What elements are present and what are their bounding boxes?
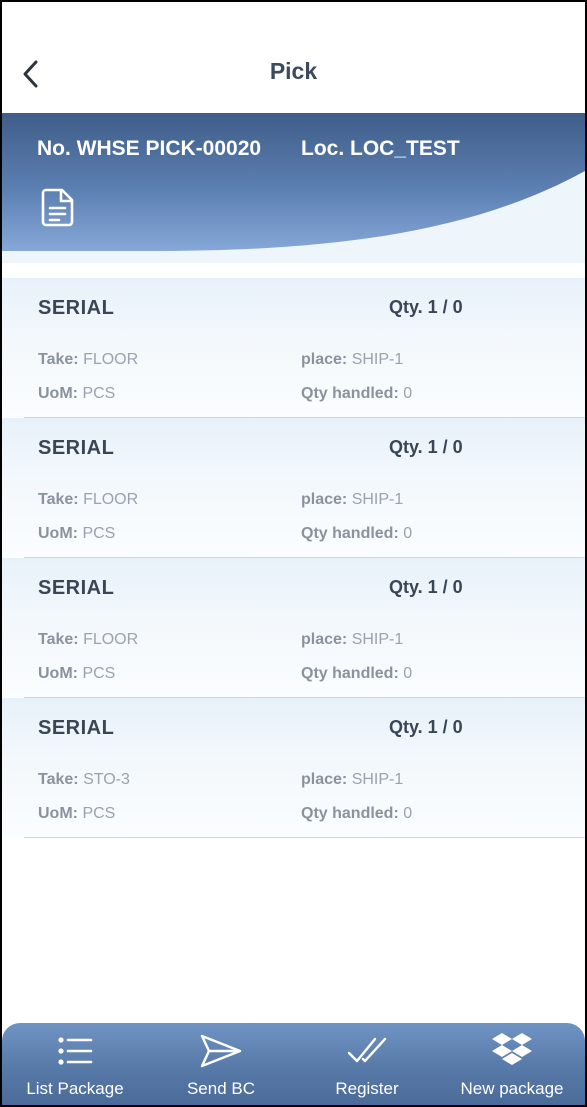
place-field: place: SHIP-1 (301, 771, 404, 788)
uom-field: UoM: PCS (38, 385, 116, 402)
item-qty: Qty. 1 / 0 (389, 437, 463, 457)
send-bc-button[interactable]: Send BC (148, 1023, 294, 1105)
list-item[interactable]: SERIAL Qty. 1 / 0 Take: STO-3 place: SHI… (2, 698, 585, 838)
new-package-label: New package (460, 1079, 564, 1098)
take-field: Take: FLOOR (38, 631, 139, 648)
new-package-button[interactable]: New package (439, 1023, 585, 1105)
item-name: SERIAL (38, 437, 115, 459)
place-field: place: SHIP-1 (301, 491, 404, 508)
qty-handled-field: Qty handled: 0 (301, 385, 413, 402)
register-label: Register (335, 1079, 399, 1098)
send-bc-label: Send BC (186, 1079, 256, 1098)
dropbox-icon (492, 1033, 532, 1065)
list-package-label: List Package (26, 1079, 124, 1098)
take-field: Take: FLOOR (38, 491, 139, 508)
list-icon (58, 1037, 93, 1065)
app-screen: Pick No. WHSE PICK-00020 Loc. LOC_TEST S… (2, 2, 585, 1105)
pick-line-list: SERIAL Qty. 1 / 0 Take: FLOOR place: SHI… (2, 278, 585, 838)
item-name: SERIAL (38, 717, 115, 739)
document-icon[interactable] (40, 187, 76, 227)
double-check-icon (347, 1037, 387, 1063)
uom-field: UoM: PCS (38, 805, 116, 822)
take-field: Take: FLOOR (38, 351, 139, 368)
page-title: Pick (269, 58, 318, 84)
banner-wave (2, 113, 585, 251)
item-qty: Qty. 1 / 0 (389, 577, 463, 597)
qty-handled-field: Qty handled: 0 (301, 805, 413, 822)
list-item[interactable]: SERIAL Qty. 1 / 0 Take: FLOOR place: SHI… (2, 278, 585, 418)
item-name: SERIAL (38, 577, 115, 599)
list-package-button[interactable]: List Package (2, 1023, 148, 1105)
item-qty: Qty. 1 / 0 (389, 717, 463, 737)
register-button[interactable]: Register (294, 1023, 440, 1105)
qty-handled-field: Qty handled: 0 (301, 525, 413, 542)
take-field: Take: STO-3 (38, 771, 130, 788)
header-banner: No. WHSE PICK-00020 Loc. LOC_TEST (2, 113, 585, 263)
list-item[interactable]: SERIAL Qty. 1 / 0 Take: FLOOR place: SHI… (2, 418, 585, 558)
list-item[interactable]: SERIAL Qty. 1 / 0 Take: FLOOR place: SHI… (2, 558, 585, 698)
uom-field: UoM: PCS (38, 665, 116, 682)
uom-field: UoM: PCS (38, 525, 116, 542)
location-label: Loc. LOC_TEST (301, 137, 460, 160)
item-name: SERIAL (38, 297, 115, 319)
place-field: place: SHIP-1 (301, 631, 404, 648)
qty-handled-field: Qty handled: 0 (301, 665, 413, 682)
bottom-nav: List Package Send BC Register New packag… (2, 1023, 585, 1105)
item-qty: Qty. 1 / 0 (389, 297, 463, 317)
app-bar: Pick (2, 2, 585, 113)
send-icon (200, 1034, 242, 1068)
divider (24, 837, 585, 838)
document-number: No. WHSE PICK-00020 (37, 137, 262, 160)
place-field: place: SHIP-1 (301, 351, 404, 368)
